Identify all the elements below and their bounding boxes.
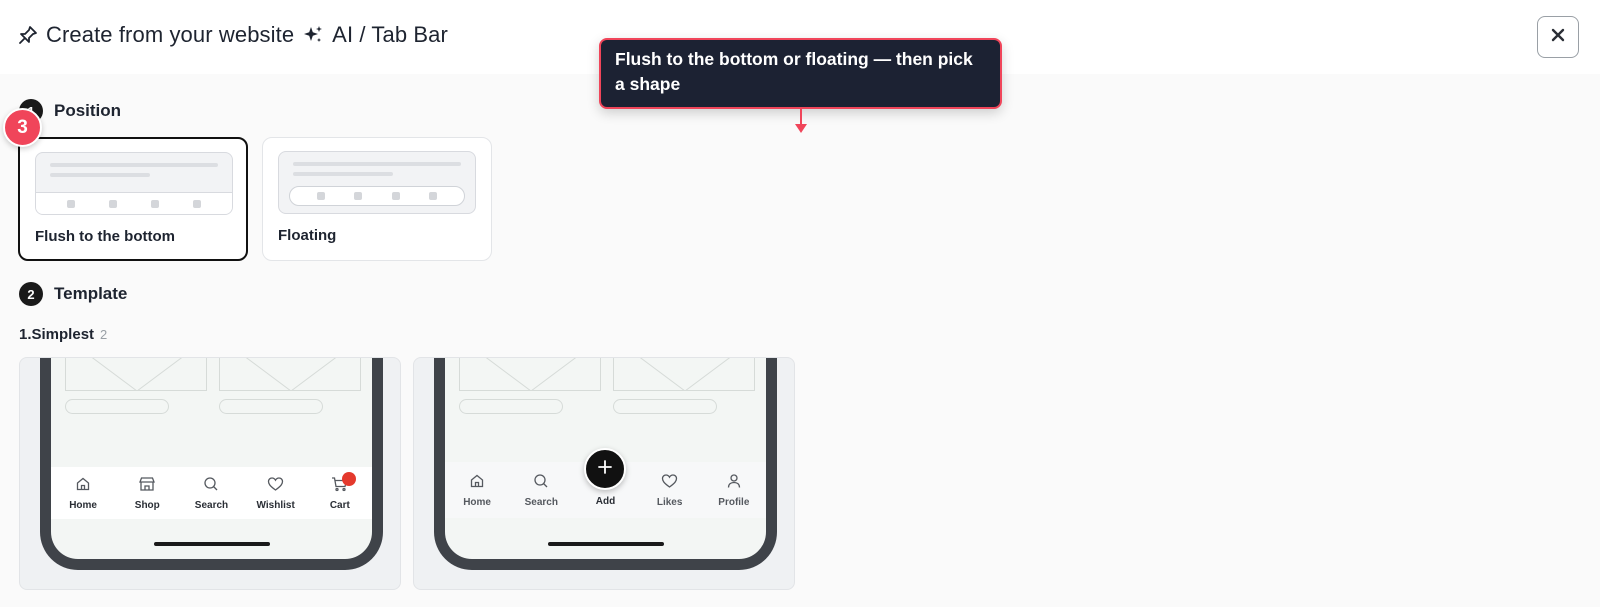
tab-label: Profile: [718, 496, 750, 508]
step-label: Position: [54, 101, 122, 120]
tab-label: Likes: [656, 496, 683, 508]
floating-preview: [278, 151, 476, 214]
text-placeholder: [65, 399, 169, 414]
tour-step-badge: 3: [3, 108, 42, 147]
plus-icon: [597, 459, 613, 480]
phone-preview: Home Shop Search Wishlist Cart: [40, 358, 383, 570]
text-placeholder: [219, 399, 323, 414]
person-icon: [726, 473, 742, 494]
tab-home: Home: [447, 473, 507, 508]
template-card-1[interactable]: Home Shop Search Wishlist Cart: [19, 357, 401, 590]
home-indicator: [547, 542, 664, 546]
template-group-count: 2: [100, 327, 108, 342]
image-placeholder: [65, 358, 207, 391]
phone-preview: Home Search Add Likes Profile: [434, 358, 777, 570]
home-icon: [75, 476, 91, 497]
text-placeholder: [613, 399, 717, 414]
page-title: Create from your website AI / Tab Bar: [18, 22, 448, 48]
tab-bar-preview: Home Shop Search Wishlist Cart: [51, 467, 372, 519]
tab-label: Search: [524, 496, 558, 508]
position-option-flush[interactable]: Flush to the bottom: [18, 137, 248, 261]
shop-icon: [138, 476, 156, 497]
position-option-label: Flush to the bottom: [35, 228, 175, 245]
cart-badge: [342, 472, 356, 486]
sparkle-icon: [302, 24, 324, 46]
tab-label: Home: [69, 499, 97, 511]
pin-icon: [18, 25, 38, 45]
tab-profile: Profile: [704, 473, 764, 508]
tab-label: Add: [595, 495, 616, 507]
image-placeholder: [613, 358, 755, 391]
text-placeholder: [459, 399, 563, 414]
page-title-prefix: Create from your website: [46, 22, 295, 47]
tooltip-pointer-arrow: [795, 124, 807, 133]
home-indicator: [153, 542, 270, 546]
position-option-label: Floating: [278, 227, 337, 244]
tab-cart: Cart: [310, 476, 370, 511]
tab-label: Cart: [329, 499, 350, 511]
tab-label: Shop: [134, 499, 160, 511]
template-group-name: 1.Simplest: [19, 326, 95, 343]
template-card-2[interactable]: Home Search Add Likes Profile: [413, 357, 795, 590]
step-template: 2 Template: [19, 282, 127, 306]
page-title-suffix: AI / Tab Bar: [332, 22, 448, 47]
heart-icon: [267, 476, 284, 497]
tab-label: Search: [194, 499, 229, 511]
tab-wishlist: Wishlist: [246, 476, 306, 511]
heart-icon: [661, 473, 678, 494]
home-icon: [469, 473, 485, 494]
tooltip-text: Flush to the bottom or floating — then p…: [615, 49, 973, 94]
add-fab: [584, 448, 626, 490]
template-group-heading: 1.Simplest 2: [19, 326, 107, 343]
tab-search: Search: [181, 476, 241, 511]
close-icon: [1550, 27, 1566, 48]
tab-label: Wishlist: [256, 499, 295, 511]
close-button[interactable]: [1537, 16, 1579, 58]
search-icon: [533, 473, 549, 494]
flush-preview: [35, 152, 233, 215]
tab-shop: Shop: [117, 476, 177, 511]
tab-likes: Likes: [640, 473, 700, 508]
position-option-floating[interactable]: Floating: [262, 137, 492, 261]
image-placeholder: [219, 358, 361, 391]
image-placeholder: [459, 358, 601, 391]
step-number: 2: [19, 282, 43, 306]
tab-home: Home: [53, 476, 113, 511]
tab-label: Home: [463, 496, 491, 508]
step-label: Template: [54, 284, 128, 303]
search-icon: [203, 476, 219, 497]
onboarding-tooltip: Flush to the bottom or floating — then p…: [599, 38, 1002, 109]
tab-search: Search: [511, 473, 571, 508]
